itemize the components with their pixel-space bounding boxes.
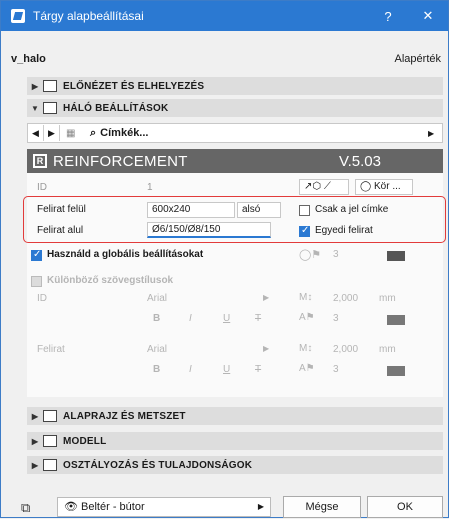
floorplan-icon (43, 410, 57, 422)
id-font-unit: mm (379, 293, 396, 304)
italic-icon[interactable]: I (189, 364, 192, 375)
id-value: 1 (147, 182, 153, 193)
text-font-name[interactable]: Arial (147, 344, 167, 355)
search-icon: ⌕ (90, 126, 97, 139)
help-button[interactable]: ? (368, 9, 408, 24)
next-icon[interactable]: ▶ (44, 125, 60, 141)
pen-swatch[interactable] (387, 366, 405, 376)
chevron-right-icon[interactable]: ▶ (263, 344, 269, 353)
prev-icon[interactable]: ◀ (28, 125, 44, 141)
layer-icon: ⧉ (21, 500, 31, 515)
expand-arrow-icon: ▶ (31, 411, 39, 421)
arrow-style-picker[interactable]: ↗⬡ ⟋ (299, 179, 349, 195)
reinforcement-banner: R REINFORCEMENT V.5.03 (27, 149, 443, 173)
font-size-icon: M↕ (299, 292, 313, 303)
app-icon (11, 9, 25, 23)
underline-icon[interactable]: U (223, 364, 230, 375)
model-icon (43, 435, 57, 447)
cancel-button[interactable]: Mégse (283, 496, 361, 518)
text-font-label: Felirat (37, 344, 65, 355)
id-font-size[interactable]: 2,000 (333, 293, 358, 304)
chevron-right-icon[interactable]: ▶ (263, 293, 269, 302)
strikethrough-icon[interactable]: T (255, 364, 261, 375)
close-button[interactable]: ✕ (408, 8, 448, 24)
font-size-icon: M↕ (299, 343, 313, 354)
section-label: MODELL (63, 435, 107, 447)
expand-arrow-icon: ▶ (31, 436, 39, 446)
eye-icon: 👁 (64, 501, 78, 513)
mesh-icon (43, 102, 57, 114)
ok-button[interactable]: OK (367, 496, 443, 518)
diff-styles-row: Különböző szövegstílusok (27, 272, 443, 292)
text-font-row: Felirat Arial ▶ M↕ 2,000 mm (27, 341, 443, 361)
global-row: Használd a globális beállításokat ◯⚑ 3 (27, 246, 443, 266)
diff-styles-checkbox[interactable] (31, 276, 42, 287)
global-settings-label: Használd a globális beállításokat (47, 249, 204, 260)
expand-arrow-icon: ▶ (31, 81, 39, 91)
shape-dropdown[interactable]: ◯ Kör ... (355, 179, 413, 195)
layer-dropdown[interactable]: 👁 Beltér - bútor ▶ (57, 497, 271, 517)
dialog-window: Tárgy alapbeállításai ? ✕ v_halo Alapért… (0, 0, 449, 518)
text-pen-number[interactable]: 3 (333, 364, 339, 375)
pen-swatch[interactable] (387, 251, 405, 261)
id-font-label: ID (37, 293, 47, 304)
bold-icon[interactable]: B (153, 364, 160, 375)
text-font-size[interactable]: 2,000 (333, 344, 358, 355)
dialog-footer: ⧉ 👁 Beltér - bútor ▶ Mégse OK (1, 496, 448, 519)
section-label: ELŐNÉZET ÉS ELHELYEZÉS (63, 80, 205, 92)
section-preview[interactable]: ▶ ELŐNÉZET ÉS ELHELYEZÉS (27, 77, 443, 95)
id-font-row: ID Arial ▶ M↕ 2,000 mm (27, 290, 443, 310)
window-title: Tárgy alapbeállításai (33, 9, 144, 23)
section-label: HÁLÓ BEÁLLÍTÁSOK (63, 102, 169, 114)
layer-name: Beltér - bútor (81, 501, 145, 513)
id-style-row: B I U T A⚑ 3 (27, 310, 443, 330)
pen-icon: A⚑ (299, 363, 315, 374)
section-label: ALAPRAJZ ÉS METSZET (63, 410, 186, 422)
chevron-right-icon[interactable]: ▶ (428, 129, 442, 138)
id-label: ID (37, 182, 47, 193)
highlight-box (23, 196, 446, 243)
default-label[interactable]: Alapérték (395, 53, 441, 65)
param-toolbar: ◀ ▶ ▦ ⌕ Címkék... ▶ (27, 123, 443, 143)
global-pen-number: 3 (333, 249, 339, 260)
object-name: v_halo (11, 53, 46, 65)
section-mesh[interactable]: ▼ HÁLÓ BEÁLLÍTÁSOK (27, 99, 443, 117)
global-settings-checkbox[interactable] (31, 249, 42, 261)
shape-label: Kör ... (373, 181, 401, 192)
text-style-row: B I U T A⚑ 3 (27, 361, 443, 381)
underline-icon[interactable]: U (223, 313, 230, 324)
title-bar: Tárgy alapbeállításai ? ✕ (1, 1, 448, 31)
object-header: v_halo Alapérték (11, 53, 441, 67)
expand-arrow-icon: ▶ (31, 460, 39, 470)
pen-swatch[interactable] (387, 315, 405, 325)
library-icon[interactable]: ▦ (66, 128, 82, 139)
pen-icon: ◯⚑ (299, 249, 322, 261)
italic-icon[interactable]: I (189, 313, 192, 324)
circle-icon: ◯ (360, 181, 372, 192)
section-floorplan[interactable]: ▶ ALAPRAJZ ÉS METSZET (27, 407, 443, 425)
bold-icon[interactable]: B (153, 313, 160, 324)
id-pen-number[interactable]: 3 (333, 313, 339, 324)
id-font-name[interactable]: Arial (147, 293, 167, 304)
text-font-unit: mm (379, 344, 396, 355)
preview-icon (43, 80, 57, 92)
section-model[interactable]: ▶ MODELL (27, 432, 443, 450)
diff-styles-label: Különböző szövegstílusok (47, 275, 174, 286)
reinforcement-logo-icon: R (33, 154, 47, 168)
section-label: OSZTÁLYOZÁS ÉS TULAJDONSÁGOK (63, 459, 253, 471)
chevron-right-icon: ▶ (257, 502, 264, 511)
page-selector[interactable]: Címkék... (100, 127, 428, 139)
collapse-arrow-icon: ▼ (30, 103, 40, 113)
pen-icon: A⚑ (299, 312, 315, 323)
section-classification[interactable]: ▶ OSZTÁLYOZÁS ÉS TULAJDONSÁGOK (27, 456, 443, 474)
strikethrough-icon[interactable]: T (255, 313, 261, 324)
banner-title: REINFORCEMENT (53, 152, 188, 170)
classification-icon (43, 459, 57, 471)
banner-version: V.5.03 (339, 152, 381, 170)
